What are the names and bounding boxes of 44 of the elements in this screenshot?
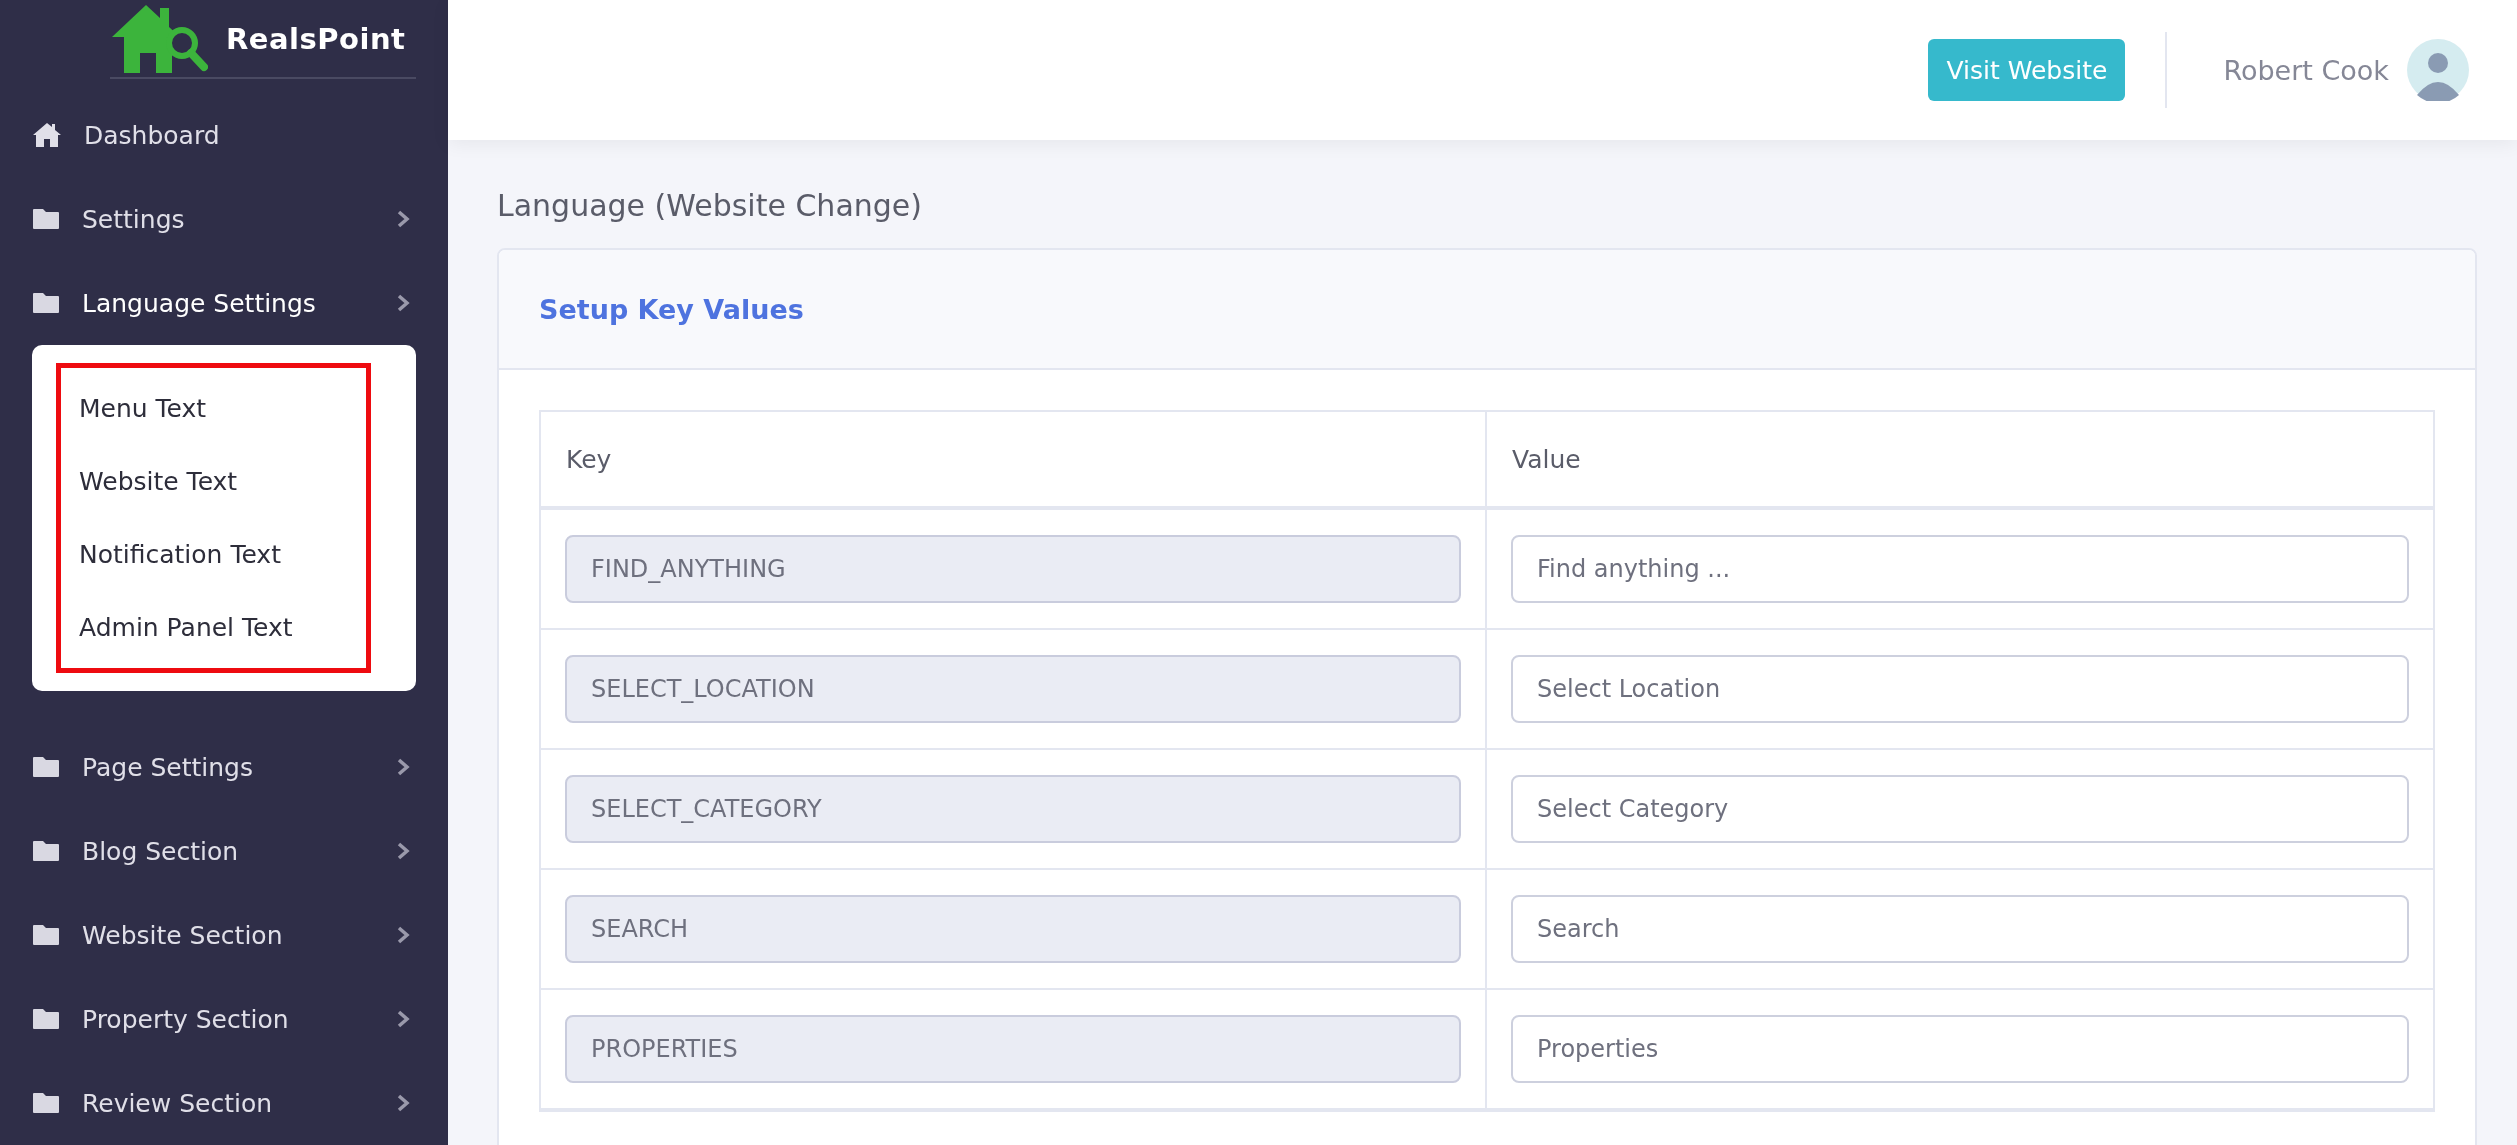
user-name: Robert Cook: [2223, 54, 2389, 86]
folder-icon: [32, 840, 60, 862]
sidebar-item[interactable]: Page Settings: [0, 725, 448, 809]
chevron-icon: [396, 925, 410, 945]
value-field[interactable]: Select Location: [1511, 655, 2409, 723]
key-field[interactable]: SEARCH: [565, 895, 1461, 963]
key-field[interactable]: PROPERTIES: [565, 1015, 1461, 1083]
home-icon: [32, 122, 62, 148]
card-title: Setup Key Values: [539, 293, 804, 325]
folder-icon: [32, 1092, 60, 1114]
folder-icon: [32, 924, 60, 946]
submenu-item[interactable]: Menu Text: [61, 372, 366, 445]
avatar-icon[interactable]: [2407, 39, 2469, 101]
value-field[interactable]: Select Category: [1511, 775, 2409, 843]
folder-icon: [32, 756, 60, 778]
chevron-icon: [396, 1009, 410, 1029]
submenu-item[interactable]: Admin Panel Text: [61, 591, 366, 664]
sidebar-item[interactable]: Language Settings: [0, 261, 448, 345]
value-field[interactable]: Search: [1511, 895, 2409, 963]
sidebar-item[interactable]: Settings: [0, 177, 448, 261]
folder-icon: [32, 208, 60, 230]
brand-name: RealsPoint: [226, 21, 406, 56]
value-field[interactable]: Find anything ...: [1511, 535, 2409, 603]
sidebar-item[interactable]: Blog Section: [0, 809, 448, 893]
key-field[interactable]: SELECT_CATEGORY: [565, 775, 1461, 843]
chevron-icon: [396, 757, 410, 777]
sidebar-item[interactable]: Review Section: [0, 1061, 448, 1145]
chevron-icon: [396, 1093, 410, 1113]
chevron-icon: [396, 209, 410, 229]
chevron-icon: [396, 293, 410, 313]
folder-icon: [32, 1008, 60, 1030]
submenu-item[interactable]: Notification Text: [61, 518, 366, 591]
column-header: Value: [1487, 412, 2433, 510]
key-field[interactable]: FIND_ANYTHING: [565, 535, 1461, 603]
value-field[interactable]: Properties: [1511, 1015, 2409, 1083]
key-field[interactable]: SELECT_LOCATION: [565, 655, 1461, 723]
chevron-icon: [396, 841, 410, 861]
page-title: Language (Website Change): [497, 188, 923, 223]
submenu-item[interactable]: Website Text: [61, 445, 366, 518]
sidebar-item[interactable]: Dashboard: [0, 93, 448, 177]
folder-icon: [32, 292, 60, 314]
sidebar-item[interactable]: Property Section: [0, 977, 448, 1061]
sidebar-item[interactable]: Website Section: [0, 893, 448, 977]
column-header: Key: [541, 412, 1487, 510]
